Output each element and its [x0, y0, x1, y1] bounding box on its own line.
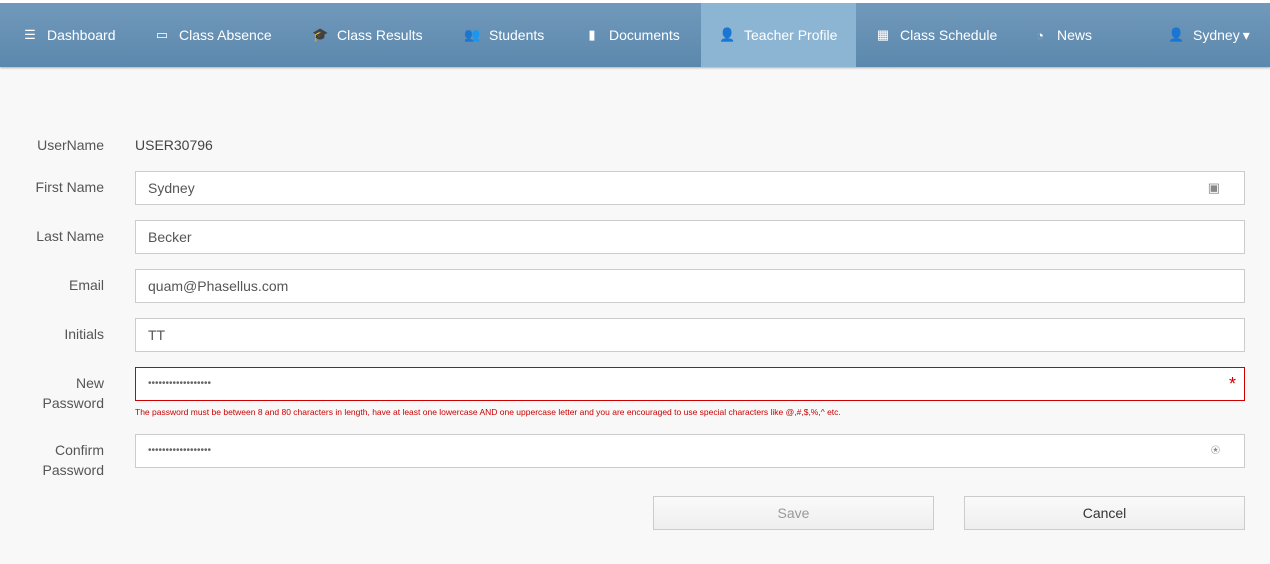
nav-news[interactable]: ◔ News	[1032, 3, 1092, 67]
nav-class-results[interactable]: 🎓 Class Results	[312, 3, 423, 67]
email-input[interactable]: quam@Phasellus.com	[135, 269, 1245, 303]
first-name-input[interactable]: Sydney ▣	[135, 171, 1245, 205]
calendar-grid-icon: ▦	[876, 27, 890, 42]
username-value: USER30796	[135, 137, 213, 153]
user-icon: 👤	[1168, 27, 1185, 42]
file-icon: ▮	[588, 27, 596, 42]
nav-dashboard[interactable]: ☰ Dashboard	[22, 3, 116, 67]
top-nav: ☰ Dashboard ▭ Class Absence 🎓 Class Results…	[0, 0, 1270, 67]
user-menu[interactable]: 👤 Sydney ▾	[1168, 3, 1250, 67]
new-password-input[interactable]: •••••••••••••••••• *	[135, 367, 1245, 401]
nav-label: Dashboard	[47, 27, 116, 43]
email-value: quam@Phasellus.com	[148, 278, 289, 294]
initials-value: TT	[148, 327, 166, 343]
username-label: UserName	[37, 137, 104, 153]
nav-label: Class Results	[337, 27, 423, 43]
chevron-down-icon: ▾	[1242, 26, 1250, 43]
user-name: Sydney	[1193, 27, 1240, 43]
nav-label: Documents	[609, 27, 680, 43]
rss-icon: ◔	[1036, 27, 1044, 43]
save-button[interactable]: Save	[653, 496, 934, 530]
new-password-value: ••••••••••••••••••	[148, 378, 212, 389]
initials-input[interactable]: TT	[135, 318, 1245, 352]
initials-label: Initials	[64, 326, 104, 342]
nav-documents[interactable]: ▮ Documents	[584, 3, 680, 67]
contact-card-icon: ▣	[1207, 180, 1220, 195]
confirm-password-label: Confirm Password	[42, 442, 104, 478]
confirm-password-value: ••••••••••••••••••	[148, 445, 212, 456]
cancel-button[interactable]: Cancel	[964, 496, 1245, 530]
last-name-label: Last Name	[36, 228, 104, 244]
required-asterisk: *	[1228, 374, 1236, 394]
nav-class-absence[interactable]: ▭ Class Absence	[154, 3, 272, 67]
first-name-value: Sydney	[148, 180, 195, 196]
user-icon: 👤	[719, 27, 736, 42]
dashboard-icon: ☰	[24, 27, 36, 42]
confirm-password-input[interactable]: •••••••••••••••••• ⍟	[135, 434, 1245, 468]
first-name-label: First Name	[35, 179, 104, 195]
password-error-message: The password must be between 8 and 80 ch…	[135, 407, 841, 417]
password-key-icon: ⍟	[1210, 442, 1220, 459]
calendar-icon: ▭	[155, 27, 169, 42]
nav-teacher-profile[interactable]: 👤 Teacher Profile	[701, 3, 856, 67]
nav-label: Class Schedule	[900, 27, 998, 43]
email-label: Email	[68, 277, 104, 293]
nav-label: News	[1057, 27, 1093, 43]
graduation-cap-icon: 🎓	[312, 27, 329, 42]
nav-label: Students	[489, 27, 545, 43]
nav-students[interactable]: 👥 Students	[464, 3, 544, 67]
nav-label: Teacher Profile	[744, 27, 838, 43]
last-name-value: Becker	[148, 229, 192, 245]
nav-label: Class Absence	[179, 27, 272, 43]
nav-class-schedule[interactable]: ▦ Class Schedule	[875, 3, 997, 67]
last-name-input[interactable]: Becker	[135, 220, 1245, 254]
users-icon: 👥	[464, 27, 481, 42]
new-password-label: New Password	[42, 375, 104, 411]
